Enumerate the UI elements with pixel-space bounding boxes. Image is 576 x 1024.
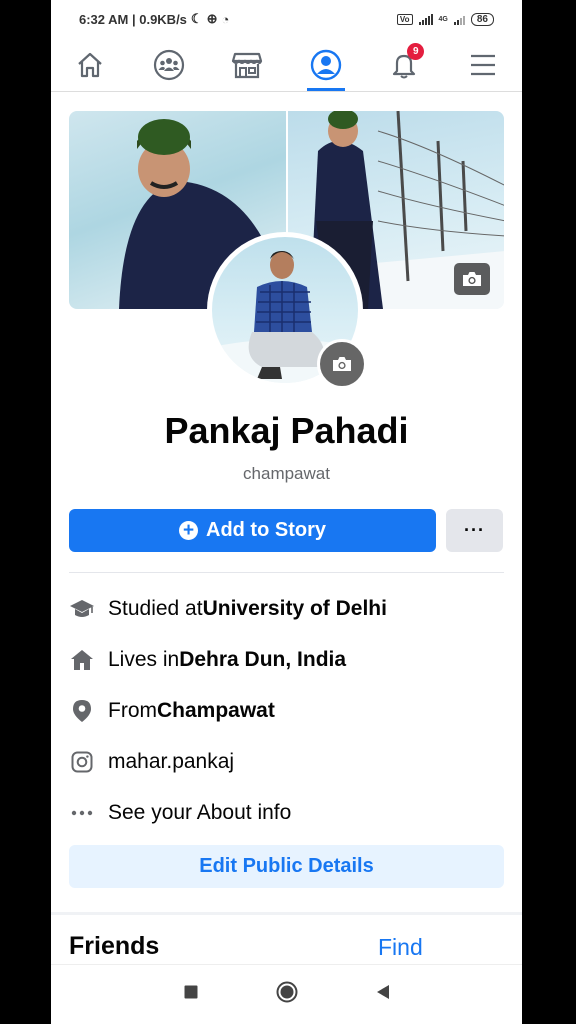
detail-lives-in-value: Dehra Dun, India bbox=[179, 648, 347, 671]
add-to-story-label: Add to Story bbox=[206, 519, 326, 541]
notification-badge: 9 bbox=[407, 43, 425, 60]
detail-see-about[interactable]: See your About info bbox=[69, 795, 504, 831]
profile-name: Pankaj Pahadi bbox=[164, 410, 409, 451]
square-icon bbox=[184, 985, 197, 999]
plus-circle-icon: + bbox=[179, 521, 198, 540]
detail-lives-in-prefix: Lives in bbox=[108, 648, 180, 671]
back-triangle-icon bbox=[376, 985, 389, 999]
volte-icon: Vo bbox=[396, 13, 413, 25]
status-bar: 6:32 AM | 0.9KB/s ☾ ⊕ ◔ Vo 4G 86 bbox=[51, 0, 522, 38]
nav-home[interactable] bbox=[51, 38, 130, 91]
find-friends-link[interactable]: Find bbox=[378, 934, 423, 961]
home-icon bbox=[69, 647, 95, 673]
detail-from-value: Champawat bbox=[157, 699, 275, 722]
add-to-story-button[interactable]: + Add to Story bbox=[69, 509, 436, 552]
detail-education-value: University of Delhi bbox=[202, 597, 387, 620]
battery-indicator: 86 bbox=[470, 12, 494, 26]
detail-instagram[interactable]: mahar.pankaj bbox=[69, 744, 504, 780]
dnd-moon-icon: ☾ bbox=[190, 11, 203, 26]
camera-icon bbox=[463, 272, 481, 286]
camera-icon bbox=[333, 357, 351, 371]
profile-icon bbox=[310, 49, 341, 80]
profile-screen: 6:32 AM | 0.9KB/s ☾ ⊕ ◔ Vo 4G 86 9 Panka… bbox=[51, 0, 522, 1024]
detail-education-prefix: Studied at bbox=[108, 597, 203, 620]
instagram-icon bbox=[69, 749, 95, 775]
nav-menu[interactable] bbox=[444, 38, 523, 91]
system-nav-bar bbox=[51, 964, 522, 1024]
detail-see-about-label: See your About info bbox=[108, 801, 292, 824]
signal-2-icon bbox=[453, 14, 465, 25]
nav-groups[interactable] bbox=[130, 38, 209, 91]
detail-education[interactable]: Studied at University of Delhi bbox=[69, 591, 504, 627]
home-system-button[interactable] bbox=[276, 981, 298, 1008]
hamburger-menu-icon bbox=[470, 54, 495, 75]
recent-apps-button[interactable] bbox=[184, 985, 198, 1004]
home-icon bbox=[78, 52, 102, 77]
more-dots-icon bbox=[69, 800, 95, 826]
status-right: Vo 4G 86 bbox=[396, 12, 494, 26]
status-left: 6:32 AM | 0.9KB/s ☾ ⊕ ◔ bbox=[79, 11, 229, 27]
detail-instagram-handle: mahar.pankaj bbox=[108, 750, 235, 773]
top-nav: 9 bbox=[51, 38, 522, 92]
profile-bio: champawat bbox=[243, 464, 330, 483]
detail-lives-in[interactable]: Lives in Dehra Dun, India bbox=[69, 642, 504, 678]
marketplace-icon bbox=[232, 52, 263, 78]
whatsapp-icon: ◔ bbox=[221, 11, 230, 27]
back-system-button[interactable] bbox=[376, 984, 390, 1005]
nav-notifications[interactable]: 9 bbox=[365, 38, 444, 91]
section-divider bbox=[51, 912, 522, 915]
signal-icon bbox=[418, 13, 433, 25]
vpn-icon: ⊕ bbox=[206, 11, 218, 26]
groups-icon bbox=[153, 49, 184, 80]
graduation-cap-icon bbox=[69, 596, 95, 622]
friends-heading: Friends bbox=[69, 932, 160, 960]
nav-profile[interactable] bbox=[287, 38, 366, 91]
location-pin-icon bbox=[69, 698, 95, 724]
status-time: 6:32 AM | 0.9KB/s bbox=[79, 11, 187, 27]
nav-marketplace[interactable] bbox=[208, 38, 287, 91]
network-label: 4G bbox=[438, 15, 448, 23]
divider bbox=[69, 572, 504, 573]
more-options-button[interactable]: ··· bbox=[446, 509, 503, 552]
edit-public-details-button[interactable]: Edit Public Details bbox=[69, 845, 504, 888]
detail-from-prefix: From bbox=[108, 699, 157, 722]
circle-icon bbox=[276, 981, 297, 1003]
detail-from[interactable]: From Champawat bbox=[69, 693, 504, 729]
edit-cover-camera-button[interactable] bbox=[454, 263, 490, 295]
edit-profile-picture-camera-button[interactable] bbox=[317, 339, 367, 389]
